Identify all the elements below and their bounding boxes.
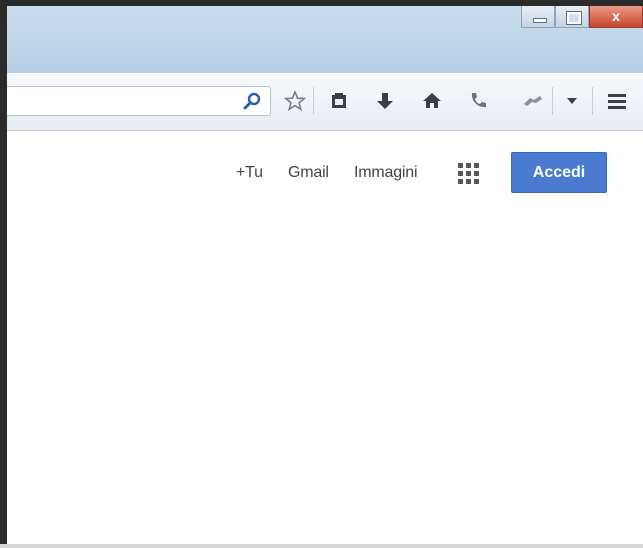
close-button[interactable]: x: [589, 6, 643, 28]
menu-icon[interactable]: [605, 89, 629, 113]
search-icon[interactable]: [242, 91, 262, 111]
star-icon[interactable]: [283, 89, 307, 113]
plus-you-link[interactable]: +Tu: [236, 164, 263, 182]
maximize-button[interactable]: [555, 6, 589, 28]
home-icon[interactable]: [420, 89, 444, 113]
apps-grid-icon[interactable]: [458, 163, 480, 185]
signin-button[interactable]: Accedi: [511, 152, 607, 193]
toolbar-separator: [552, 87, 553, 115]
gmail-link[interactable]: Gmail: [288, 164, 329, 182]
clipboard-icon[interactable]: [327, 89, 351, 113]
window-frame-bottom: [0, 544, 643, 548]
close-icon: x: [612, 8, 620, 24]
search-input[interactable]: [7, 86, 271, 116]
extension-icon[interactable]: [521, 89, 545, 113]
dropdown-icon[interactable]: [560, 89, 584, 113]
toolbar-separator: [313, 87, 314, 115]
window-controls: x: [521, 6, 643, 30]
window-frame-left: [0, 0, 7, 548]
images-link[interactable]: Immagini: [354, 164, 418, 182]
navigation-toolbar: [7, 73, 643, 131]
minimize-button[interactable]: [521, 6, 555, 28]
download-icon[interactable]: [373, 89, 397, 113]
toolbar-separator: [592, 87, 593, 115]
title-bar: x: [7, 6, 643, 73]
phone-icon[interactable]: [466, 89, 490, 113]
